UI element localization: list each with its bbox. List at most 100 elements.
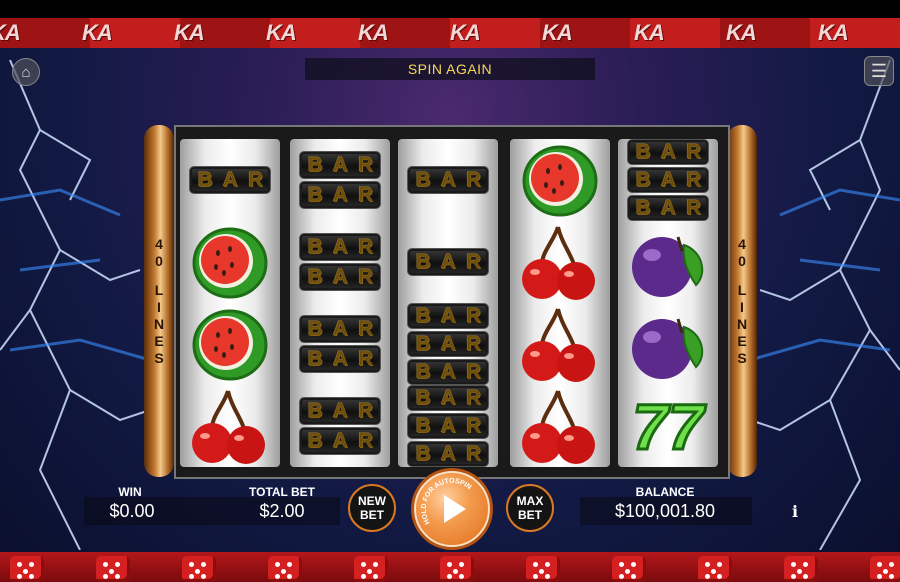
payline-char: E [154, 332, 164, 349]
brand-logo-glyph: KA [174, 20, 205, 45]
die-decoration [10, 556, 44, 582]
payline-char: N [736, 315, 748, 332]
reel-1: BAR [180, 139, 280, 467]
die-decoration [612, 556, 646, 582]
svg-text:77: 77 [632, 391, 707, 463]
payline-char: 4 [738, 235, 746, 252]
bar-plate: BAR [407, 248, 489, 276]
brand-logo-glyph: KA [0, 20, 21, 45]
bar-plate: BAR [407, 303, 489, 329]
brand-logo-glyph: KA [266, 20, 297, 45]
menu-icon: ☰ [870, 60, 888, 81]
symbol-cherry [180, 385, 280, 467]
menu-button[interactable]: ☰ [864, 56, 894, 86]
symbol-watermelon [180, 221, 280, 303]
symbol-cherry [510, 303, 610, 385]
payline-char: 0 [738, 252, 746, 269]
symbol-cherry [510, 385, 610, 467]
bar-plate: BAR [299, 315, 381, 343]
play-icon [444, 495, 466, 523]
payline-char: S [737, 349, 747, 366]
home-icon: ⌂ [21, 63, 31, 81]
symbol-seven: 77 [618, 385, 718, 467]
balance-label: BALANCE [635, 485, 695, 499]
die-decoration [870, 556, 900, 582]
bar-plate: BAR [407, 385, 489, 411]
brand-logo-glyph: KA [542, 20, 573, 45]
symbol-plum [618, 303, 718, 385]
balance-value: $100,001.80 [614, 501, 716, 521]
dice-strip [0, 552, 900, 582]
bar-plate: BAR [407, 413, 489, 439]
bar-plate: BAR [299, 151, 381, 179]
info-icon: i [792, 502, 799, 521]
win-label: WIN [118, 485, 142, 499]
max-bet-label-line2: BET [518, 508, 542, 522]
lightning-right-decoration [740, 50, 900, 551]
symbol-double-bar: BAR BAR [290, 139, 390, 221]
symbol-double-bar: BAR BAR [290, 221, 390, 303]
bar-plate: BAR [407, 331, 489, 357]
symbol-bar: BAR [398, 139, 498, 221]
spin-button[interactable]: HOLD FOR AUTOSPIN [414, 471, 490, 547]
reel-2: BAR BAR BAR BAR BAR BAR BAR BAR [290, 139, 390, 467]
reels-frame: BAR BAR BAR BAR BAR BAR BAR BAR BAR BAR BAR BAR BAR B… [174, 125, 730, 479]
payline-char: N [153, 315, 165, 332]
brand-logo-glyph: KA [358, 20, 389, 45]
win-value: $0.00 [109, 501, 155, 521]
bar-plate: BAR [299, 397, 381, 425]
new-bet-label-line1: NEW [358, 494, 386, 508]
total-bet-label: TOTAL BET [249, 485, 315, 499]
lightning-left-decoration [0, 50, 160, 551]
banner-text: SPIN AGAIN [407, 61, 493, 77]
new-bet-button[interactable]: NEW BET [348, 484, 396, 532]
symbol-watermelon [510, 139, 610, 221]
bar-plate: BAR [407, 359, 489, 385]
new-bet-label-line2: BET [360, 508, 384, 522]
top-black-bar [0, 0, 900, 18]
paylines-left-pillar: 4 0 L I N E S [144, 125, 174, 477]
bar-plate: BAR [627, 195, 709, 221]
die-decoration [440, 556, 474, 582]
spin-again-banner: SPIN AGAIN [305, 58, 595, 80]
payline-char: I [740, 298, 744, 315]
die-decoration [526, 556, 560, 582]
die-decoration [354, 556, 388, 582]
die-decoration [182, 556, 216, 582]
payline-char: I [157, 298, 161, 315]
brand-logo-glyph: KA [634, 20, 665, 45]
reel-5: BAR BAR BAR 77 [618, 139, 718, 467]
symbol-bar: BAR [398, 221, 498, 303]
bar-plate: BAR [299, 233, 381, 261]
paylines-right-pillar: 4 0 L I N E S [727, 125, 757, 477]
payline-char: 0 [155, 252, 163, 269]
die-decoration [96, 556, 130, 582]
info-button[interactable]: i [792, 502, 798, 521]
symbol-watermelon [180, 303, 280, 385]
reel-3: BAR BAR BAR BAR BAR BAR BAR BAR [398, 139, 498, 467]
die-decoration [268, 556, 302, 582]
payline-char: E [737, 332, 747, 349]
brand-strip: KA KA KA KA KA KA KA KA KA KA [0, 18, 900, 48]
bar-plate: BAR [299, 345, 381, 373]
reel-4 [510, 139, 610, 467]
bar-plate: BAR [627, 167, 709, 193]
max-bet-label-line1: MAX [516, 494, 544, 508]
bar-plate: BAR [407, 166, 489, 194]
symbol-double-bar: BAR BAR [290, 385, 390, 467]
max-bet-button[interactable]: MAX BET [506, 484, 554, 532]
symbol-triple-bar: BAR BAR BAR [398, 385, 498, 467]
symbol-triple-bar: BAR BAR BAR [398, 303, 498, 385]
symbol-cherry [510, 221, 610, 303]
symbol-triple-bar: BAR BAR BAR [618, 139, 718, 221]
payline-char: 4 [155, 235, 163, 252]
brand-logo-glyph: KA [82, 20, 113, 45]
symbol-plum [618, 221, 718, 303]
bar-plate: BAR [189, 166, 271, 194]
payline-char: L [154, 281, 164, 298]
home-button[interactable]: ⌂ [12, 58, 40, 86]
symbol-double-bar: BAR BAR [290, 303, 390, 385]
bar-plate: BAR [299, 427, 381, 455]
payline-char: S [154, 349, 164, 366]
symbol-bar: BAR [180, 139, 280, 221]
